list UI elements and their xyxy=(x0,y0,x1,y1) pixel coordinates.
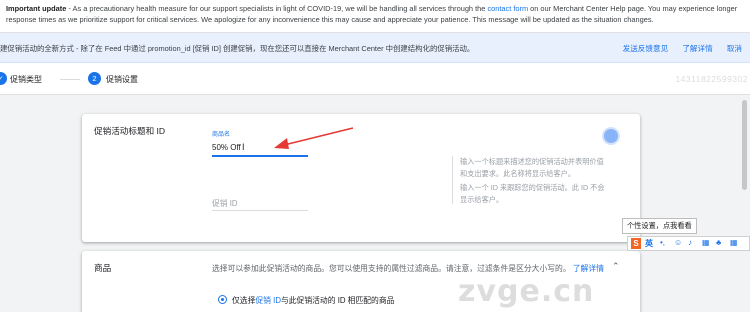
alert-text-1: - As a precautionary health measure for … xyxy=(66,4,488,13)
text-cursor-icon: I xyxy=(242,142,245,152)
id-help-text: 输入一个 ID 来跟踪您的促销活动。此 ID 不会显示给客户。 xyxy=(460,183,605,204)
card-title: 商品 xyxy=(94,263,112,273)
id-input-underline xyxy=(212,210,308,211)
help-divider xyxy=(452,156,453,182)
contact-form-link[interactable]: contact form xyxy=(487,4,528,13)
info-banner: 建促销活动的全新方式 - 除了在 Feed 中通过 promotion_id [… xyxy=(0,33,750,63)
alert-title: Important update xyxy=(6,4,67,13)
microphone-icon[interactable]: ♪ xyxy=(688,238,692,247)
sogou-logo[interactable]: S xyxy=(631,238,641,249)
radio-button[interactable] xyxy=(218,295,227,304)
dismiss-link[interactable]: 取消 xyxy=(727,44,742,53)
learn-more-link[interactable]: 了解详情 xyxy=(573,264,604,273)
title-input-underline xyxy=(212,155,308,157)
promotion-id-input[interactable]: 促销 ID xyxy=(212,198,238,209)
promotion-title-id-card: 促销活动标题和 ID 商品名 50% Off I 促销 ID 输入一个标题来描述… xyxy=(82,114,640,242)
keyboard-icon[interactable]: ▦ xyxy=(702,238,710,247)
punctuation-icon[interactable]: •, xyxy=(660,238,665,247)
title-field-label: 商品名 xyxy=(212,132,231,138)
important-update-alert: Important update - As a precautionary he… xyxy=(0,0,750,33)
step-2-number: 2 xyxy=(88,72,101,85)
step-2-label[interactable]: 促销设置 xyxy=(106,74,138,85)
stepper: ✓ 促销类型 2 促销设置 14311822599302 xyxy=(0,63,750,95)
scrollbar-thumb[interactable] xyxy=(742,100,747,190)
skin-icon[interactable]: ♣ xyxy=(716,238,721,247)
grid-icon[interactable]: ▦ xyxy=(730,238,738,247)
background-digits: 14311822599302 xyxy=(675,74,748,84)
chevron-up-icon[interactable]: ⌃ xyxy=(612,261,620,272)
avatar[interactable] xyxy=(602,127,620,145)
watermark: zvge.cn xyxy=(458,274,595,309)
title-help-text: 输入一个标题来描述您的促销活动并表明价值和支出要求。此名称将显示给客户。 xyxy=(460,157,604,178)
ime-language-toggle[interactable]: 英 xyxy=(645,238,653,249)
radio-label: 仅选择促销 ID与此促销活动的 ID 相匹配的商品 xyxy=(232,296,395,305)
banner-text: 建促销活动的全新方式 - 除了在 Feed 中通过 promotion_id [… xyxy=(0,44,475,53)
ime-tooltip: 个性设置，点我看看 xyxy=(622,218,697,234)
card-title: 促销活动标题和 ID xyxy=(94,126,166,136)
learn-more-link[interactable]: 了解详情 xyxy=(682,44,712,53)
send-feedback-link[interactable]: 发送反馈意见 xyxy=(623,44,669,53)
step-connector xyxy=(60,79,80,80)
check-circle-icon: ✓ xyxy=(0,72,7,85)
title-input[interactable]: 50% Off xyxy=(212,143,241,152)
ime-toolbar[interactable]: S 英 •, ☺ ♪ ▦ ♣ ▦ xyxy=(627,236,750,251)
help-divider xyxy=(452,182,453,204)
emoji-icon[interactable]: ☺ xyxy=(674,238,682,247)
step-1-label[interactable]: 促销类型 xyxy=(10,74,42,85)
